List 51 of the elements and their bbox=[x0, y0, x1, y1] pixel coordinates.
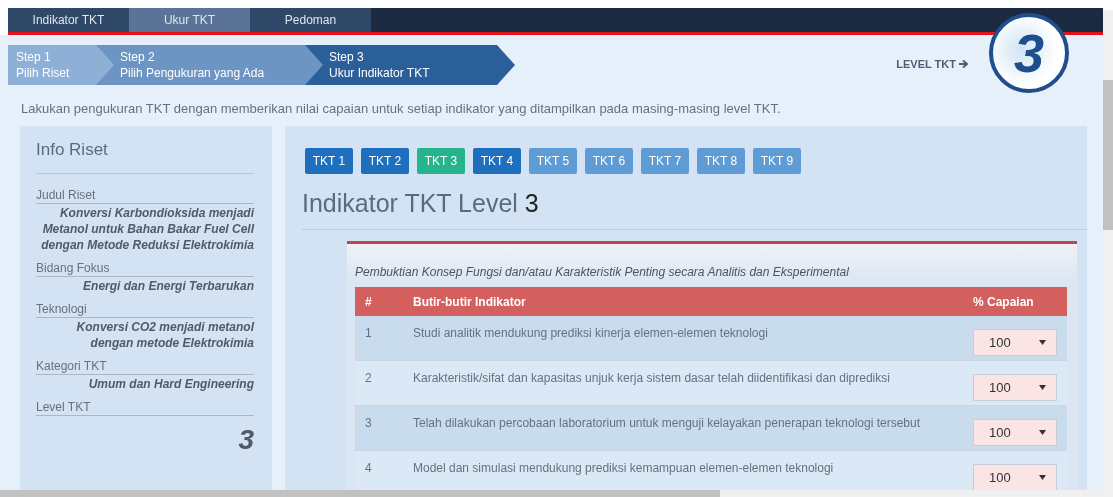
row-number: 1 bbox=[355, 316, 403, 361]
level-tab[interactable]: TKT 1 bbox=[305, 148, 353, 174]
scrollbar[interactable] bbox=[1103, 10, 1113, 497]
instruction-text: Lakukan pengukuran TKT dengan memberikan nilai capaian untuk setiap indikator yang ditampilkan pada masing-masing level TKT. bbox=[21, 101, 782, 116]
caret-icon bbox=[1039, 385, 1046, 390]
column-header: # bbox=[355, 287, 403, 316]
panel-title: Info Riset bbox=[36, 140, 254, 174]
field-value: Energi dan Energi Terbarukan bbox=[82, 278, 254, 294]
capaian-select[interactable]: 100 bbox=[973, 464, 1057, 491]
level-tab[interactable]: TKT 5 bbox=[529, 148, 577, 174]
level-tab[interactable]: TKT 7 bbox=[641, 148, 689, 174]
level-number: 3 bbox=[524, 189, 539, 218]
level-tab[interactable]: TKT 4 bbox=[473, 148, 521, 174]
field-label: Teknologi bbox=[36, 302, 254, 318]
caret-icon bbox=[1039, 430, 1046, 435]
page-heading: Indikator TKT Level bbox=[302, 189, 518, 218]
capaian-select[interactable]: 100 bbox=[973, 329, 1057, 356]
indicator-text: Studi analitik mendukung prediksi kinerja elemen-elemen teknologi bbox=[403, 316, 963, 361]
field-value: Umum dan Hard Engineering bbox=[87, 376, 254, 392]
arrow-icon bbox=[959, 59, 969, 69]
nav-tab[interactable]: Indikator TKT bbox=[8, 8, 129, 32]
indicator-text: Telah dilakukan percobaan laboratorium untuk menguji kelayakan penerapan teknologi tersebut bbox=[403, 405, 963, 451]
level-tab[interactable]: TKT 8 bbox=[697, 148, 745, 174]
field-label: Level TKT bbox=[36, 400, 254, 416]
level-label: LEVEL TKT bbox=[896, 58, 956, 70]
row-number: 2 bbox=[355, 360, 403, 406]
caret-icon bbox=[1039, 475, 1046, 480]
level-badge: 3 bbox=[989, 13, 1069, 93]
nav-tab[interactable]: Pedoman bbox=[250, 8, 371, 32]
level-tab[interactable]: TKT 3 bbox=[417, 148, 465, 174]
level-tab[interactable]: TKT 2 bbox=[361, 148, 409, 174]
step[interactable]: Step 2 Pilih Pengukuran yang Ada bbox=[96, 45, 323, 85]
scrollbar[interactable] bbox=[0, 490, 1103, 497]
caret-icon bbox=[1039, 340, 1046, 345]
level-tab[interactable]: TKT 6 bbox=[585, 148, 633, 174]
field-label: Bidang Fokus bbox=[36, 261, 254, 277]
field-label: Kategori TKT bbox=[36, 359, 254, 375]
indicator-text: Karakteristik/sifat dan kapasitas unjuk kerja sistem dasar telah diidentifikasi dan diprediksi bbox=[403, 360, 963, 406]
step[interactable]: Step 3 Ukur Indikator TKT bbox=[305, 45, 515, 85]
field-value: Konversi Karbondioksida menjadi Metanol untuk Bahan Bakar Fuel Cell dengan Metode Reduksi Elektrokimia bbox=[40, 205, 254, 253]
field-value: Konversi CO2 menjadi metanol dengan metode Elektrokimia bbox=[75, 319, 254, 351]
field-label: Judul Riset bbox=[36, 188, 254, 204]
capaian-select[interactable]: 100 bbox=[973, 374, 1057, 401]
capaian-select[interactable]: 100 bbox=[973, 419, 1057, 446]
field-value: 3 bbox=[237, 423, 254, 457]
table-caption: Pembuktian Konsep Fungsi dan/atau Karakteristik Penting secara Analitis dan Eksperimental bbox=[355, 264, 850, 281]
row-number: 3 bbox=[355, 405, 403, 451]
column-header: % Capaian bbox=[963, 287, 1067, 316]
level-tab[interactable]: TKT 9 bbox=[753, 148, 801, 174]
nav-tab[interactable]: Ukur TKT bbox=[129, 8, 250, 32]
column-header: Butir-butir Indikator bbox=[403, 287, 963, 316]
